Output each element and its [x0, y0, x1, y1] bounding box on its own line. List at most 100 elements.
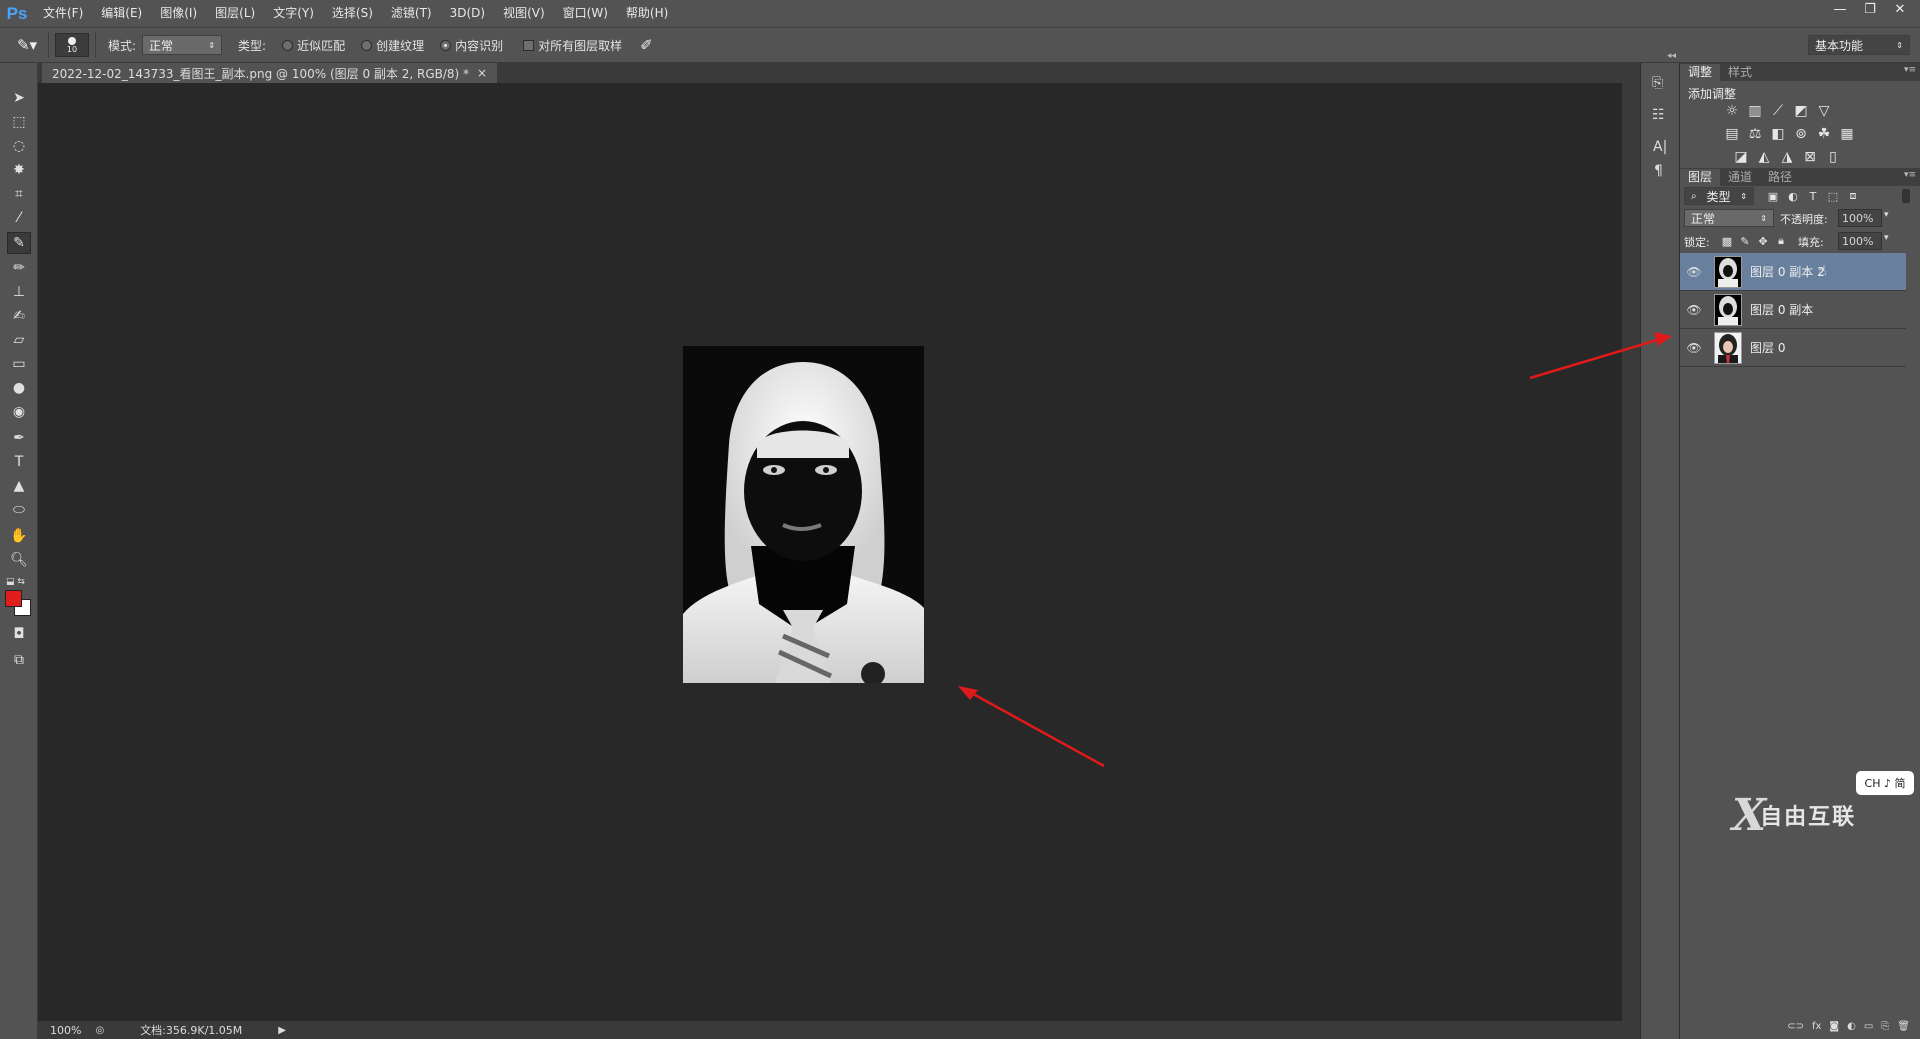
character-panel-icon[interactable]: A|: [1653, 139, 1667, 155]
tab-channels[interactable]: 通道: [1720, 169, 1760, 186]
filter-toggle[interactable]: [1902, 189, 1910, 203]
zoom-tool-icon[interactable]: 🔍︎: [7, 549, 31, 571]
fill-dropdown-icon[interactable]: ▾: [1884, 233, 1889, 243]
eyedropper-tool-icon[interactable]: ⁄: [7, 207, 31, 229]
history-brush-tool-icon[interactable]: ✍: [7, 305, 31, 327]
filter-pixel-icon[interactable]: ▣: [1764, 188, 1782, 204]
black-white-icon[interactable]: ◧: [1769, 126, 1787, 142]
screen-mode-icon[interactable]: ⧉: [7, 649, 31, 671]
posterize-icon[interactable]: ◭: [1755, 149, 1773, 165]
eraser-tool-icon[interactable]: ▱: [7, 329, 31, 351]
add-mask-icon[interactable]: ◙: [1829, 1021, 1839, 1039]
lock-all-icon[interactable]: 🔒︎: [1772, 233, 1790, 249]
filter-smart-object-icon[interactable]: ⧈: [1844, 188, 1862, 204]
foreground-color-swatch[interactable]: [5, 590, 22, 607]
delete-layer-icon[interactable]: 🗑︎: [1897, 1021, 1910, 1039]
quick-mask-icon[interactable]: ◘: [7, 623, 31, 645]
gradient-map-icon[interactable]: ▯: [1824, 149, 1842, 165]
swap-colors-icon[interactable]: ⬓ ⇆: [6, 577, 25, 587]
layer-row[interactable]: 👁︎ 图层 0: [1680, 329, 1906, 367]
invert-icon[interactable]: ◪: [1732, 149, 1750, 165]
status-info-icon[interactable]: ◎: [95, 1025, 104, 1036]
paragraph-panel-icon[interactable]: ¶: [1654, 163, 1663, 179]
lock-position-icon[interactable]: ✥: [1754, 233, 1772, 249]
document-image[interactable]: [683, 346, 924, 683]
lasso-tool-icon[interactable]: ◌: [7, 135, 31, 157]
tab-layers[interactable]: 图层: [1680, 169, 1721, 186]
menu-image[interactable]: 图像(I): [151, 0, 206, 27]
menu-view[interactable]: 视图(V): [494, 0, 554, 27]
dodge-tool-icon[interactable]: ◉: [7, 401, 31, 423]
visibility-eye-icon[interactable]: 👁︎: [1680, 303, 1708, 317]
brush-tool-icon[interactable]: ✏: [7, 257, 31, 279]
filter-adjustment-icon[interactable]: ◐: [1784, 188, 1802, 204]
gradient-tool-icon[interactable]: ▭: [7, 353, 31, 375]
panel-menu-icon[interactable]: ▾≡: [1904, 65, 1916, 75]
radio-create-texture[interactable]: [361, 39, 373, 51]
photo-filter-icon[interactable]: ⊚: [1792, 126, 1810, 142]
visibility-eye-icon[interactable]: 👁︎: [1680, 341, 1708, 355]
sample-all-layers-checkbox[interactable]: [523, 39, 535, 51]
opacity-dropdown-icon[interactable]: ▾: [1884, 210, 1889, 220]
menu-layer[interactable]: 图层(L): [206, 0, 264, 27]
shape-tool-icon[interactable]: ⬭: [7, 499, 31, 521]
healing-brush-preset-icon[interactable]: ✎▾: [12, 33, 42, 57]
pen-tool-icon[interactable]: ✒: [7, 427, 31, 449]
levels-icon[interactable]: ▥: [1746, 103, 1764, 119]
menu-edit[interactable]: 编辑(E): [92, 0, 151, 27]
color-balance-icon[interactable]: ⚖: [1746, 126, 1764, 142]
layer-name[interactable]: 图层 0 副本: [1750, 301, 1813, 318]
brush-size-picker[interactable]: 10: [55, 33, 89, 57]
canvas-area[interactable]: [38, 83, 1622, 1021]
radio-proximity-match[interactable]: [282, 39, 294, 51]
layer-row[interactable]: 👁︎ 图层 0 副本 2 ☝: [1680, 253, 1906, 291]
menu-file[interactable]: 文件(F): [34, 0, 92, 27]
history-panel-icon[interactable]: ⎘: [1652, 75, 1663, 91]
zoom-level[interactable]: 100%: [50, 1024, 81, 1037]
healing-brush-tool-icon[interactable]: ✎: [7, 232, 31, 254]
type-tool-icon[interactable]: T: [7, 451, 31, 473]
pressure-size-icon[interactable]: ✐: [640, 36, 653, 54]
brightness-contrast-icon[interactable]: ☼: [1723, 103, 1741, 119]
fill-field[interactable]: 100%: [1838, 232, 1882, 250]
panel-collapse-icon[interactable]: ◂◂: [1667, 51, 1676, 61]
workspace-dropdown[interactable]: 基本功能 ⇕: [1808, 35, 1910, 55]
layer-name[interactable]: 图层 0 副本 2: [1750, 263, 1825, 280]
restore-button[interactable]: ❐: [1856, 0, 1884, 18]
layer-row[interactable]: 👁︎ 图层 0 副本: [1680, 291, 1906, 329]
menu-filter[interactable]: 滤镜(T): [382, 0, 441, 27]
new-layer-icon[interactable]: ⎘: [1881, 1021, 1889, 1039]
tab-styles[interactable]: 样式: [1720, 64, 1760, 81]
radio-content-aware[interactable]: [440, 39, 452, 51]
layer-name[interactable]: 图层 0: [1750, 339, 1785, 356]
exposure-icon[interactable]: ◩: [1792, 103, 1810, 119]
menu-select[interactable]: 选择(S): [323, 0, 382, 27]
lock-pixels-icon[interactable]: ✎: [1736, 233, 1754, 249]
panel-menu-icon[interactable]: ▾≡: [1904, 170, 1916, 180]
stamp-tool-icon[interactable]: ⊥: [7, 281, 31, 303]
layer-filter-dropdown[interactable]: ⌕ 类型 ⇕: [1684, 187, 1754, 205]
visibility-eye-icon[interactable]: 👁︎: [1680, 265, 1708, 279]
menu-window[interactable]: 窗口(W): [554, 0, 617, 27]
marquee-tool-icon[interactable]: ⬚: [7, 111, 31, 133]
tab-paths[interactable]: 路径: [1760, 169, 1800, 186]
minimize-button[interactable]: —: [1826, 0, 1854, 18]
channel-mixer-icon[interactable]: ☘: [1815, 126, 1833, 142]
document-tab[interactable]: 2022-12-02_143733_看图王_副本.png @ 100% (图层 …: [42, 63, 498, 83]
tab-close-icon[interactable]: ×: [477, 66, 487, 80]
magic-wand-tool-icon[interactable]: ✸: [7, 159, 31, 181]
vertical-scrollbar[interactable]: [1622, 83, 1640, 1021]
hue-saturation-icon[interactable]: ▤: [1723, 126, 1741, 142]
opacity-field[interactable]: 100%: [1838, 209, 1882, 227]
filter-shape-icon[interactable]: ⬚: [1824, 188, 1842, 204]
tab-adjustments[interactable]: 调整: [1680, 64, 1721, 81]
crop-tool-icon[interactable]: ⌗: [7, 183, 31, 205]
blur-tool-icon[interactable]: ●: [7, 377, 31, 399]
new-group-icon[interactable]: ▭: [1864, 1021, 1873, 1039]
layer-style-icon[interactable]: fx: [1812, 1021, 1821, 1039]
threshold-icon[interactable]: ◮: [1778, 149, 1796, 165]
blend-mode-dropdown[interactable]: 正常 ⇕: [1684, 209, 1774, 227]
menu-type[interactable]: 文字(Y): [264, 0, 323, 27]
mode-dropdown[interactable]: 正常 ⇕: [142, 35, 223, 55]
new-adjustment-layer-icon[interactable]: ◐: [1847, 1021, 1856, 1039]
